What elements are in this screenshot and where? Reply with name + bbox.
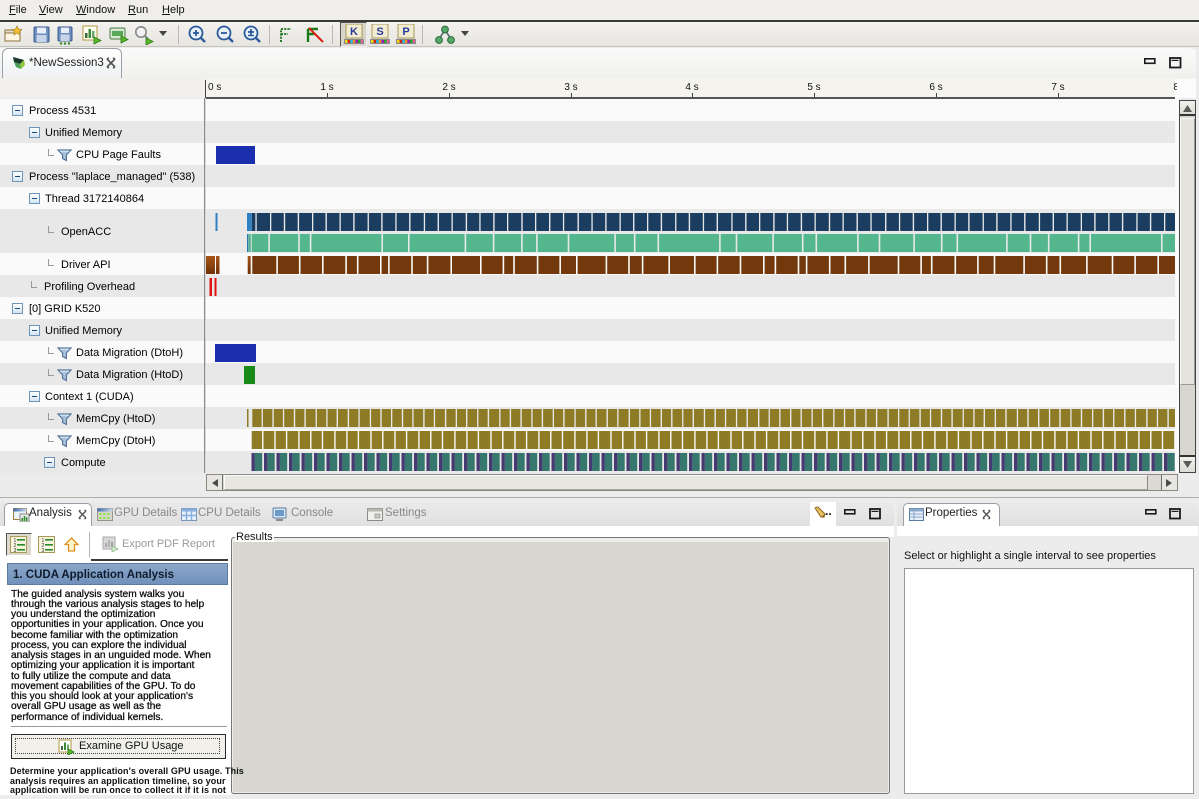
svg-text:3: 3 — [42, 548, 45, 553]
svg-text:3: 3 — [14, 548, 17, 553]
